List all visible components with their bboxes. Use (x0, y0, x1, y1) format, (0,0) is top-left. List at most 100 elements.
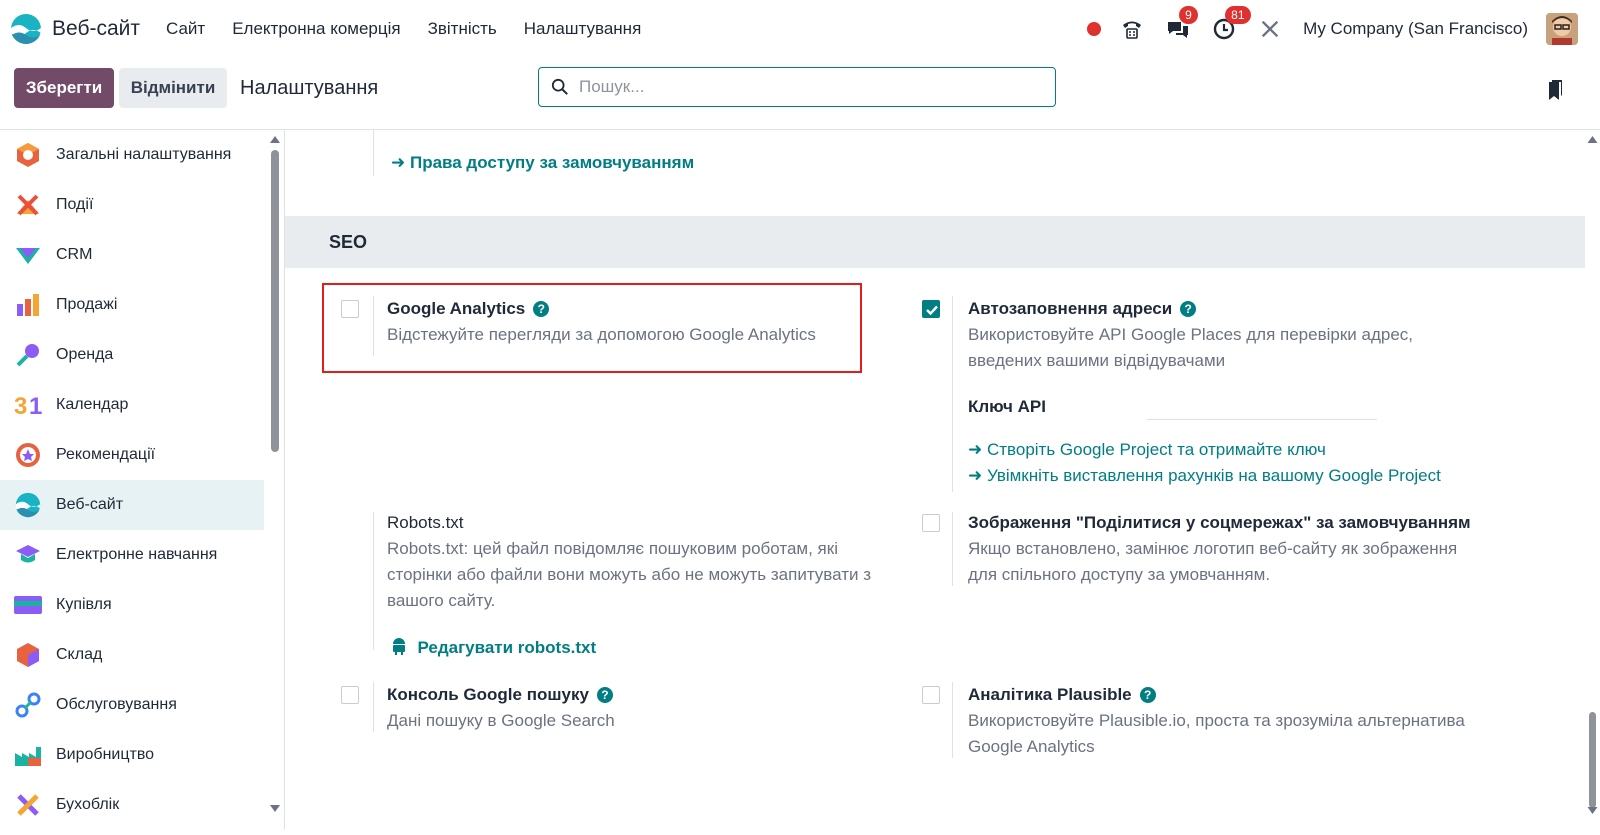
sidebar-item-calendar[interactable]: 31 Календар (0, 380, 264, 430)
checkmark-icon (926, 305, 938, 316)
api-key-input[interactable] (1147, 419, 1377, 420)
sidebar-item-referrals[interactable]: Рекомендації (0, 430, 264, 480)
setting-divider (952, 512, 953, 586)
maintenance-icon (14, 691, 42, 719)
menu-site[interactable]: Сайт (166, 19, 205, 39)
help-icon[interactable]: ? (596, 687, 613, 703)
link-label: Створіть Google Project та отримайте клю… (986, 440, 1326, 459)
social-image-checkbox[interactable] (922, 514, 940, 532)
menu-configuration[interactable]: Налаштування (524, 19, 642, 39)
edit-robots-link[interactable]: Редагувати robots.txt (391, 637, 596, 658)
social-image-description-2: для спільного доступу за умовчанням. (968, 565, 1271, 584)
recording-indicator-icon[interactable] (1087, 22, 1102, 36)
svg-text:1: 1 (29, 393, 42, 418)
general-settings-icon (14, 141, 42, 169)
seo-section-header: SEO (285, 216, 1585, 268)
sidebar-item-label: Бухоблік (56, 796, 120, 813)
content-scrollbar[interactable] (1585, 130, 1600, 830)
search-icon (551, 78, 568, 95)
create-google-project-link[interactable]: ➜ Створіть Google Project та отримайте к… (968, 440, 1326, 460)
robots-description-1: Robots.txt: цей файл повідомляє пошукови… (387, 539, 838, 558)
section-title: SEO (329, 232, 368, 252)
api-key-label: Ключ API (968, 397, 1046, 416)
address-autocomplete-description-1: Використовуйте API Google Places для пер… (968, 325, 1414, 344)
sidebar-item-events[interactable]: Події (0, 180, 264, 230)
social-image-description-1: Якщо встановлено, замінює логотип веб-са… (968, 539, 1458, 558)
sidebar-item-purchase[interactable]: Купівля (0, 580, 264, 630)
enable-billing-link[interactable]: ➜ Увімкніть виставлення рахунків на вашо… (968, 466, 1441, 486)
messages-icon[interactable]: 9 (1165, 6, 1198, 42)
phone-icon[interactable] (1119, 16, 1145, 42)
address-autocomplete-checkbox[interactable] (922, 300, 940, 318)
control-panel: Зберегти Відмінити Налаштування (0, 58, 1600, 130)
user-avatar[interactable] (1546, 13, 1578, 45)
sidebar-item-website[interactable]: Веб-сайт (0, 480, 264, 530)
sidebar-item-label: Склад (56, 646, 103, 663)
sidebar-item-label: Веб-сайт (56, 496, 124, 513)
company-switcher[interactable]: My Company (San Francisco) (1303, 19, 1528, 39)
page-title: Налаштування (240, 77, 379, 99)
android-icon (393, 638, 405, 655)
menu-ecommerce[interactable]: Електронна комерція (232, 19, 400, 39)
save-button[interactable]: Зберегти (14, 68, 114, 108)
activities-icon[interactable]: 81 (1211, 6, 1251, 42)
search-box (538, 67, 1056, 107)
settings-sidebar: Загальні налаштування Події CRM Продажі … (0, 130, 264, 830)
setting-title-text: Консоль Google пошуку (387, 685, 589, 704)
sidebar-item-label: Події (56, 196, 94, 213)
sidebar-item-label: Продажі (56, 296, 118, 313)
sidebar-item-inventory[interactable]: Склад (0, 630, 264, 680)
sidebar-item-elearning[interactable]: Електронне навчання (0, 530, 264, 580)
setting-divider (952, 296, 953, 492)
debug-tools-icon[interactable] (1257, 16, 1283, 42)
menu-reporting[interactable]: Звітність (428, 19, 497, 39)
arrow-right-icon: ➜ (968, 440, 987, 459)
sidebar-item-label: CRM (56, 246, 93, 263)
calendar-icon: 31 (14, 391, 42, 419)
help-icon[interactable]: ? (1180, 301, 1197, 317)
purchase-icon (14, 591, 42, 619)
plausible-description-1: Використовуйте Plausible.io, проста та з… (968, 711, 1465, 730)
sales-icon (14, 291, 42, 319)
help-icon[interactable]: ? (533, 301, 550, 317)
settings-content: ➜ Права доступу за замовчуванням SEO Goo… (285, 130, 1585, 830)
plausible-description-2: Google Analytics (968, 737, 1095, 756)
cancel-button[interactable]: Відмінити (119, 68, 227, 108)
brand[interactable]: Веб-сайт (10, 13, 140, 45)
inventory-icon (14, 641, 42, 669)
help-icon[interactable]: ? (1139, 687, 1156, 703)
robots-description-3: вашого сайту. (387, 591, 496, 610)
app-name: Веб-сайт (52, 17, 140, 40)
sidebar-item-label: Календар (56, 396, 129, 413)
accounting-icon (14, 791, 42, 819)
bookmark-icon[interactable] (1546, 80, 1564, 107)
sidebar-item-crm[interactable]: CRM (0, 230, 264, 280)
sidebar-item-label: Оренда (56, 346, 114, 363)
sidebar-item-manufacturing[interactable]: Виробництво (0, 730, 264, 780)
sidebar-item-general-settings[interactable]: Загальні налаштування (0, 130, 264, 180)
google-analytics-checkbox[interactable] (341, 300, 359, 318)
sidebar-item-rental[interactable]: Оренда (0, 330, 264, 380)
search-console-checkbox[interactable] (341, 686, 359, 704)
sidebar-item-sales[interactable]: Продажі (0, 280, 264, 330)
google-analytics-description: Відстежуйте перегляди за допомогою Googl… (387, 325, 816, 344)
plausible-checkbox[interactable] (922, 686, 940, 704)
sidebar-scrollbar[interactable] (268, 130, 282, 830)
default-access-rights-link[interactable]: ➜ Права доступу за замовчуванням (391, 153, 694, 173)
rental-icon (14, 341, 42, 369)
sidebar-item-maintenance[interactable]: Обслуговування (0, 680, 264, 730)
address-autocomplete-description-2: введених вашими відвідувачами (968, 351, 1226, 370)
sidebar-item-label: Електронне навчання (56, 546, 218, 563)
link-label: Права доступу за замовчуванням (409, 153, 695, 172)
events-icon (14, 191, 42, 219)
search-input[interactable] (579, 77, 1019, 97)
social-image-title: Зображення "Поділитися у соцмережах" за … (968, 513, 1471, 532)
arrow-right-icon: ➜ (968, 466, 987, 485)
search-console-description: Дані пошуку в Google Search (387, 711, 615, 730)
activities-badge: 81 (1225, 6, 1251, 24)
sidebar-item-label: Обслуговування (56, 696, 177, 713)
setting-divider (373, 296, 374, 356)
top-navbar: Веб-сайт Сайт Електронна комерція Звітні… (0, 0, 1600, 58)
sidebar-item-accounting[interactable]: Бухоблік (0, 780, 264, 830)
arrow-right-icon: ➜ (391, 153, 410, 172)
